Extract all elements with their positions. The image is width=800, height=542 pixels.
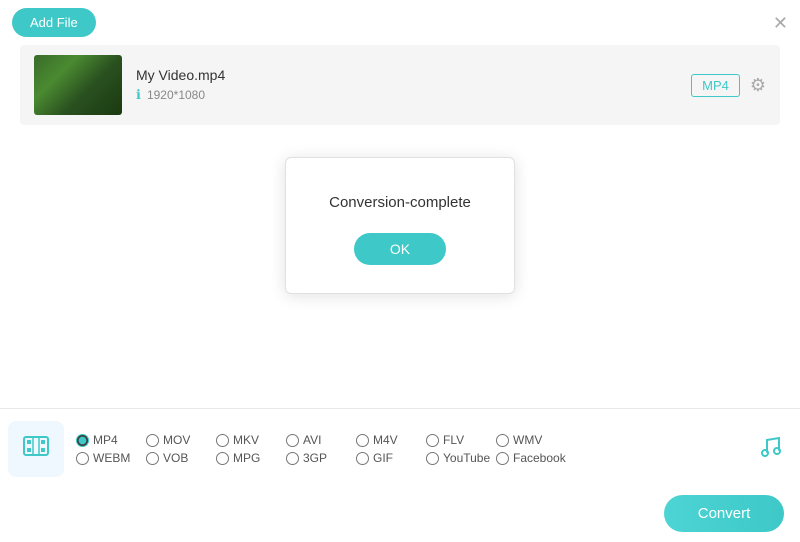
convert-button[interactable]: Convert — [664, 495, 784, 532]
file-info: My Video.mp4 ℹ 1920*1080 — [136, 67, 677, 103]
video-thumbnail — [34, 55, 122, 115]
settings-button[interactable]: ⚙ — [750, 75, 766, 96]
add-file-button[interactable]: Add File — [12, 8, 96, 37]
file-meta: ℹ 1920*1080 — [136, 87, 677, 103]
close-button[interactable]: ✕ — [773, 14, 788, 32]
format-option-facebook[interactable]: Facebook — [496, 451, 566, 465]
format-option-3gp[interactable]: 3GP — [286, 451, 356, 465]
format-option-gif[interactable]: GIF — [356, 451, 426, 465]
music-note-icon — [757, 432, 783, 466]
format-icon-area[interactable] — [8, 421, 64, 477]
ok-button[interactable]: OK — [354, 233, 446, 265]
modal-overlay: Conversion-complete OK — [0, 125, 800, 325]
thumbnail-image — [34, 55, 122, 115]
format-option-mov[interactable]: MOV — [146, 433, 216, 447]
format-option-m4v[interactable]: M4V — [356, 433, 426, 447]
format-option-mkv[interactable]: MKV — [216, 433, 286, 447]
info-icon: ℹ — [136, 87, 141, 103]
file-actions: MP4 ⚙ — [691, 74, 766, 97]
modal-title: Conversion-complete — [310, 194, 490, 211]
format-option-mpg[interactable]: MPG — [216, 451, 286, 465]
format-option-mp4[interactable]: MP4 — [76, 433, 146, 447]
format-option-youtube[interactable]: YouTube — [426, 451, 496, 465]
title-bar: Add File ✕ — [0, 0, 800, 45]
format-option-avi[interactable]: AVI — [286, 433, 356, 447]
music-icon-area[interactable] — [748, 427, 792, 471]
file-resolution: 1920*1080 — [147, 88, 205, 102]
convert-area: Convert — [0, 489, 800, 542]
format-bar: MP4 MOV MKV AVI M4V — [0, 409, 800, 489]
format-option-flv[interactable]: FLV — [426, 433, 496, 447]
film-icon — [22, 432, 50, 466]
format-option-vob[interactable]: VOB — [146, 451, 216, 465]
format-option-webm[interactable]: WEBM — [76, 451, 146, 465]
format-badge: MP4 — [691, 74, 740, 97]
bottom-bar: MP4 MOV MKV AVI M4V — [0, 408, 800, 542]
file-name: My Video.mp4 — [136, 67, 677, 83]
middle-area: Conversion-complete OK — [0, 125, 800, 325]
modal-box: Conversion-complete OK — [285, 157, 515, 294]
file-list: My Video.mp4 ℹ 1920*1080 MP4 ⚙ — [20, 45, 780, 125]
format-option-wmv[interactable]: WMV — [496, 433, 566, 447]
